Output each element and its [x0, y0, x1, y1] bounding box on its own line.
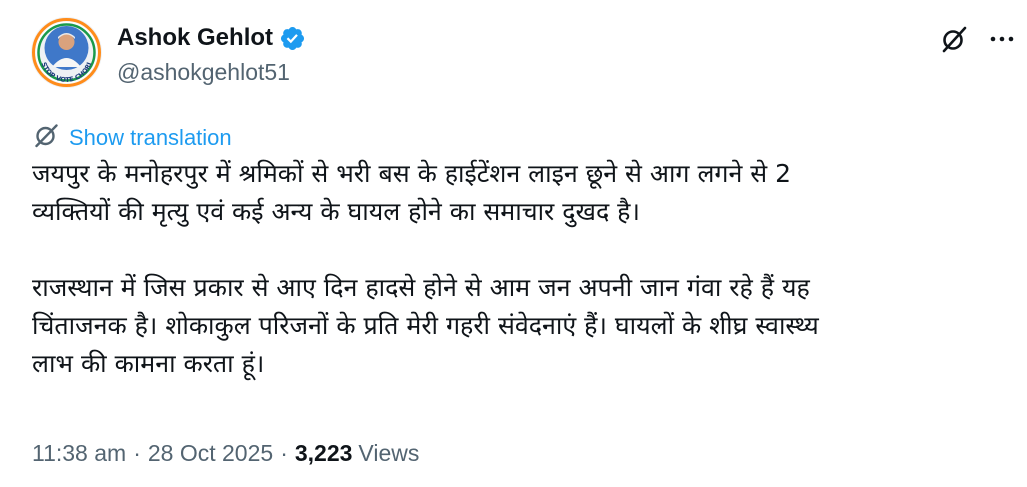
tweet-top-actions [937, 22, 1019, 56]
author-handle[interactable]: @ashokgehlot51 [117, 59, 290, 86]
show-translation-link[interactable]: Show translation [33, 122, 232, 153]
author-display-name[interactable]: Ashok Gehlot [117, 24, 273, 52]
meta-separator: · [280, 440, 288, 466]
avatar[interactable]: STOP VOTE CHORI [31, 17, 102, 88]
avatar-image: STOP VOTE CHORI [31, 17, 102, 88]
show-translation-label[interactable]: Show translation [69, 125, 232, 151]
verified-badge-icon[interactable] [279, 25, 306, 52]
tweet-text: जयपुर के मनोहरपुर में श्रमिकों से भरी बस… [32, 155, 1007, 383]
tweet-meta: 11:38 am · 28 Oct 2025 · 3,223 Views [32, 440, 419, 467]
tweet-paragraph: जयपुर के मनोहरपुर में श्रमिकों से भरी बस… [32, 159, 792, 226]
tweet-time[interactable]: 11:38 am [32, 440, 126, 467]
meta-separator: · [133, 440, 141, 466]
tweet-date[interactable]: 28 Oct 2025 [148, 440, 273, 467]
views-count[interactable]: 3,223 [295, 440, 359, 467]
tweet-paragraph: राजस्थान में जिस प्रकार से आए दिन हादसे … [32, 273, 819, 378]
translate-globe-icon [33, 122, 60, 153]
more-horizontal-icon[interactable] [985, 22, 1019, 56]
author-name-row: Ashok Gehlot [117, 21, 306, 55]
grok-icon[interactable] [937, 22, 971, 56]
views-label: Views [358, 440, 420, 466]
